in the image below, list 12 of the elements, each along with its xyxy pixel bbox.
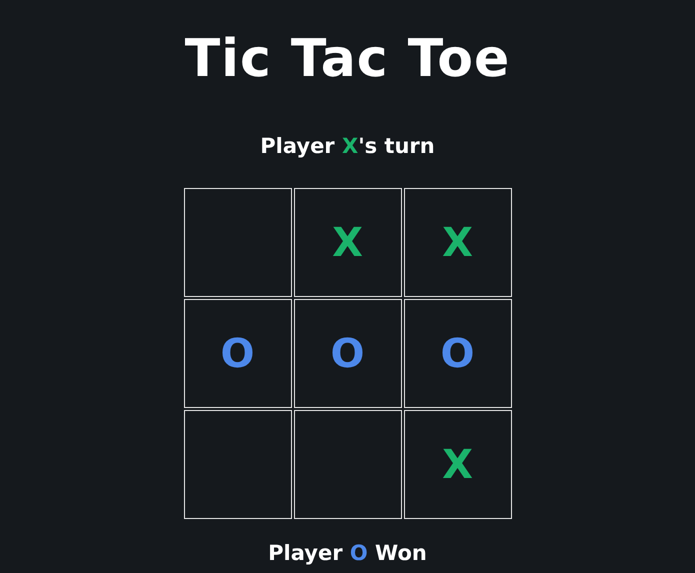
board-cell[interactable]: O: [184, 299, 292, 408]
board-cell[interactable]: [294, 410, 402, 519]
board-cell[interactable]: X: [404, 188, 512, 297]
game-title: Tic Tac Toe: [184, 28, 510, 91]
board-cell[interactable]: O: [294, 299, 402, 408]
board-cell[interactable]: [184, 188, 292, 297]
turn-status: Player X's turn: [260, 134, 435, 158]
winner-message: Player O Won: [268, 541, 427, 565]
board-cell[interactable]: X: [404, 410, 512, 519]
board-cell[interactable]: [184, 410, 292, 519]
board-cell[interactable]: X: [294, 188, 402, 297]
board-cell[interactable]: O: [404, 299, 512, 408]
